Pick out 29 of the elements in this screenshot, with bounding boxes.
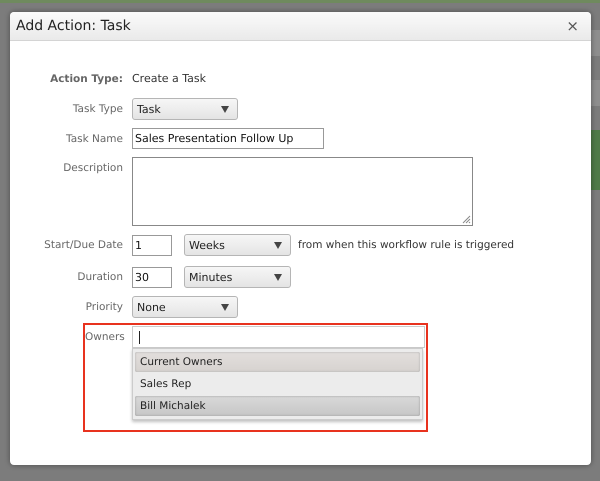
resize-grip-icon bbox=[462, 215, 471, 224]
field-label: Description bbox=[62, 161, 123, 174]
close-button[interactable]: × bbox=[564, 17, 581, 35]
duration-number-field[interactable]: 30 bbox=[132, 266, 172, 288]
start-due-unit-select[interactable]: Weeks bbox=[184, 234, 291, 256]
caret-icon bbox=[274, 274, 282, 280]
field-label: Task Type bbox=[72, 103, 123, 115]
description-field[interactable] bbox=[132, 157, 473, 226]
task-name-field[interactable]: Sales Presentation Follow Up bbox=[132, 128, 324, 149]
dropdown-option[interactable]: Bill Michalek bbox=[135, 396, 420, 416]
action-type-value: Create a Task bbox=[132, 72, 206, 85]
field-label: Priority bbox=[84, 301, 123, 313]
dialog-title: Add Action: Task bbox=[16, 18, 131, 34]
priority-select[interactable]: None bbox=[132, 296, 238, 318]
owners-field[interactable] bbox=[132, 326, 425, 348]
duration-unit-select[interactable]: Minutes bbox=[184, 266, 291, 288]
caret-icon bbox=[221, 304, 229, 310]
start-due-number-field[interactable]: 1 bbox=[132, 234, 172, 256]
field-label: Action Type: bbox=[49, 72, 123, 84]
field-label: Task Name bbox=[65, 132, 123, 144]
field-label: Owners bbox=[85, 330, 123, 343]
field-label: Duration bbox=[76, 271, 123, 283]
dropdown-option[interactable]: Current Owners bbox=[135, 352, 420, 372]
dropdown-option[interactable]: Sales Rep bbox=[135, 374, 420, 394]
task-type-select[interactable]: Task bbox=[132, 98, 238, 120]
caret-icon bbox=[274, 242, 282, 248]
caret-icon bbox=[221, 106, 229, 112]
field-label: Start/Due Date bbox=[43, 239, 123, 251]
start-due-note: from when this workflow rule is triggered bbox=[298, 239, 514, 251]
